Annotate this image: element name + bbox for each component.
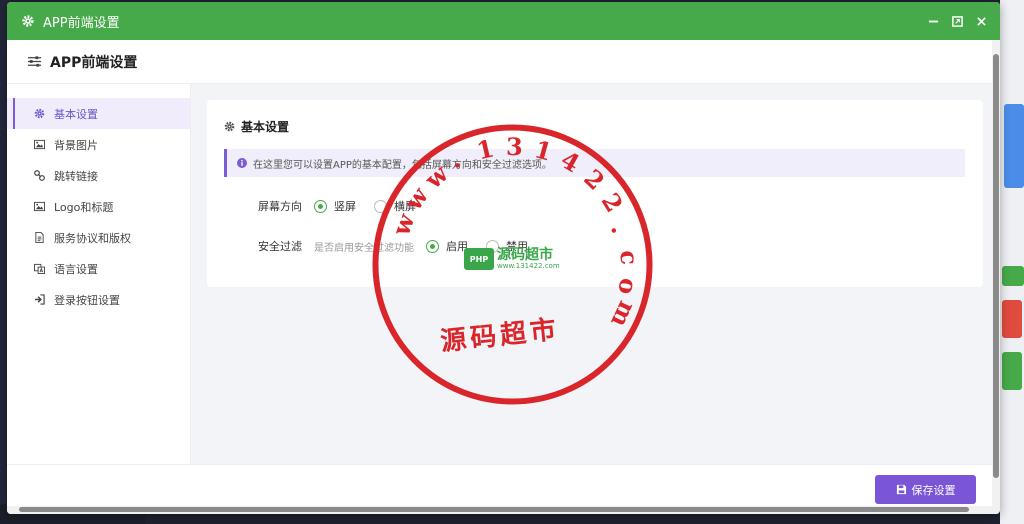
card-title: 基本设置 — [224, 118, 965, 135]
radio-label: 启用 — [446, 240, 468, 253]
radio-label: 禁用 — [506, 240, 528, 253]
language-icon — [33, 263, 45, 275]
sidebar-item-label: 背景图片 — [54, 138, 98, 152]
radio-enable[interactable]: 启用 — [426, 238, 468, 254]
sidebar-item-logo-title[interactable]: Logo和标题 — [7, 191, 190, 222]
radio-dot[interactable] — [486, 239, 499, 253]
image-icon — [33, 201, 45, 213]
modal-title: APP前端设置 — [43, 15, 120, 31]
radio-dot[interactable] — [374, 199, 387, 213]
card-title-text: 基本设置 — [241, 120, 290, 134]
horizontal-scrollbar[interactable] — [7, 506, 992, 514]
sidebar-item-label: 语言设置 — [54, 262, 98, 276]
image-icon — [33, 139, 45, 151]
radio-portrait[interactable]: 竖屏 — [314, 198, 356, 214]
sidebar-item-label: Logo和标题 — [54, 200, 114, 214]
sidebar-item-label: 服务协议和版权 — [54, 231, 131, 245]
document-icon — [33, 232, 45, 244]
screen-orientation-label: 屏幕方向 — [258, 200, 302, 213]
save-button[interactable]: 保存设置 — [875, 475, 976, 504]
close-icon[interactable] — [974, 14, 988, 28]
gear-icon — [21, 14, 35, 28]
info-icon — [237, 158, 247, 168]
radio-dot[interactable] — [426, 239, 439, 253]
background-app-right — [1000, 0, 1024, 524]
sidebar-item-language[interactable]: 语言设置 — [7, 253, 190, 284]
watermark-ring-char: c — [614, 249, 645, 266]
link-icon — [33, 170, 45, 182]
save-button-label: 保存设置 — [911, 483, 956, 497]
radio-disable[interactable]: 禁用 — [486, 238, 528, 254]
sign-in-icon — [33, 294, 45, 306]
basic-settings-card: 基本设置 在这里您可以设置APP的基本配置，包括屏幕方向和安全过滤选项。 屏幕方… — [207, 100, 983, 287]
app-settings-modal: APP前端设置 APP前端设置 基本设置 背景图片 跳转链接 Logo和标题 服… — [7, 2, 1000, 514]
screen-orientation-row: 屏幕方向 竖屏 横屏 — [224, 193, 965, 219]
sidebar-item-service-agreement[interactable]: 服务协议和版权 — [7, 222, 190, 253]
sidebar-item-label: 登录按钮设置 — [54, 293, 120, 307]
radio-dot[interactable] — [314, 199, 327, 213]
sidebar-item-label: 基本设置 — [54, 107, 98, 121]
sliders-icon — [27, 54, 43, 70]
sidebar-item-basic-settings[interactable]: 基本设置 — [7, 98, 190, 129]
security-filter-row: 安全过滤 是否启用安全过滤功能 启用 禁用 — [224, 233, 965, 259]
vertical-scrollbar[interactable] — [992, 40, 1000, 514]
settings-sidebar: 基本设置 背景图片 跳转链接 Logo和标题 服务协议和版权 语言设置 登录按钮… — [7, 84, 191, 464]
sidebar-item-login-button[interactable]: 登录按钮设置 — [7, 284, 190, 315]
page-title: APP前端设置 — [50, 54, 138, 71]
save-icon — [896, 484, 907, 495]
gear-icon — [224, 121, 235, 132]
minimize-icon[interactable] — [926, 14, 940, 28]
page-header: APP前端设置 — [7, 40, 1000, 84]
settings-main: 基本设置 在这里您可以设置APP的基本配置，包括屏幕方向和安全过滤选项。 屏幕方… — [191, 84, 992, 464]
modal-titlebar[interactable]: APP前端设置 — [7, 2, 1000, 40]
sidebar-item-redirect-link[interactable]: 跳转链接 — [7, 160, 190, 191]
sidebar-item-label: 跳转链接 — [54, 169, 98, 183]
watermark-ring-char: 3 — [506, 131, 524, 162]
security-filter-label: 安全过滤 — [258, 240, 302, 253]
maximize-icon[interactable] — [950, 14, 964, 28]
radio-label: 竖屏 — [334, 200, 356, 213]
sidebar-item-background-image[interactable]: 背景图片 — [7, 129, 190, 160]
security-filter-hint: 是否启用安全过滤功能 — [314, 242, 414, 254]
gear-icon — [33, 108, 45, 120]
